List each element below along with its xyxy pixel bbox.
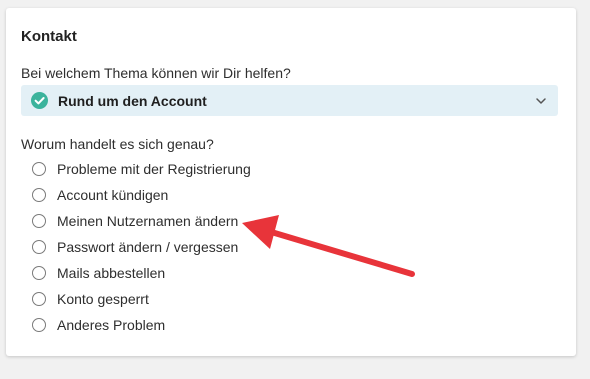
option-passwort-aendern[interactable]: Passwort ändern / vergessen bbox=[32, 239, 292, 259]
option-probleme-registrierung[interactable]: Probleme mit der Registrierung bbox=[32, 161, 292, 181]
option-nutzernamen-aendern[interactable]: Meinen Nutzernamen ändern bbox=[32, 213, 292, 233]
radio-button[interactable] bbox=[32, 292, 46, 306]
detail-question-label: Worum handelt es sich genau? bbox=[21, 136, 214, 152]
radio-button[interactable] bbox=[32, 318, 46, 332]
chevron-down-icon bbox=[535, 94, 547, 106]
contact-card: Kontakt Bei welchem Thema können wir Dir… bbox=[6, 8, 576, 356]
option-label: Anderes Problem bbox=[57, 317, 166, 333]
option-label: Mails abbestellen bbox=[57, 265, 166, 281]
topic-select[interactable]: Rund um den Account bbox=[21, 85, 558, 116]
radio-button[interactable] bbox=[32, 266, 46, 280]
check-circle-icon bbox=[31, 92, 48, 109]
radio-button[interactable] bbox=[32, 162, 46, 176]
selected-topic-value: Rund um den Account bbox=[58, 93, 207, 109]
option-label: Meinen Nutzernamen ändern bbox=[57, 213, 239, 229]
radio-button[interactable] bbox=[32, 240, 46, 254]
option-account-kuendigen[interactable]: Account kündigen bbox=[32, 187, 292, 207]
option-label: Passwort ändern / vergessen bbox=[57, 239, 239, 255]
option-label: Konto gesperrt bbox=[57, 291, 149, 307]
option-konto-gesperrt[interactable]: Konto gesperrt bbox=[32, 291, 292, 311]
topic-question-label: Bei welchem Thema können wir Dir helfen? bbox=[21, 65, 291, 81]
radio-button[interactable] bbox=[32, 188, 46, 202]
option-label: Account kündigen bbox=[57, 187, 169, 203]
option-label: Probleme mit der Registrierung bbox=[57, 161, 251, 177]
option-anderes-problem[interactable]: Anderes Problem bbox=[32, 317, 292, 337]
card-title: Kontakt bbox=[21, 28, 77, 45]
option-mails-abbestellen[interactable]: Mails abbestellen bbox=[32, 265, 292, 285]
radio-button[interactable] bbox=[32, 214, 46, 228]
